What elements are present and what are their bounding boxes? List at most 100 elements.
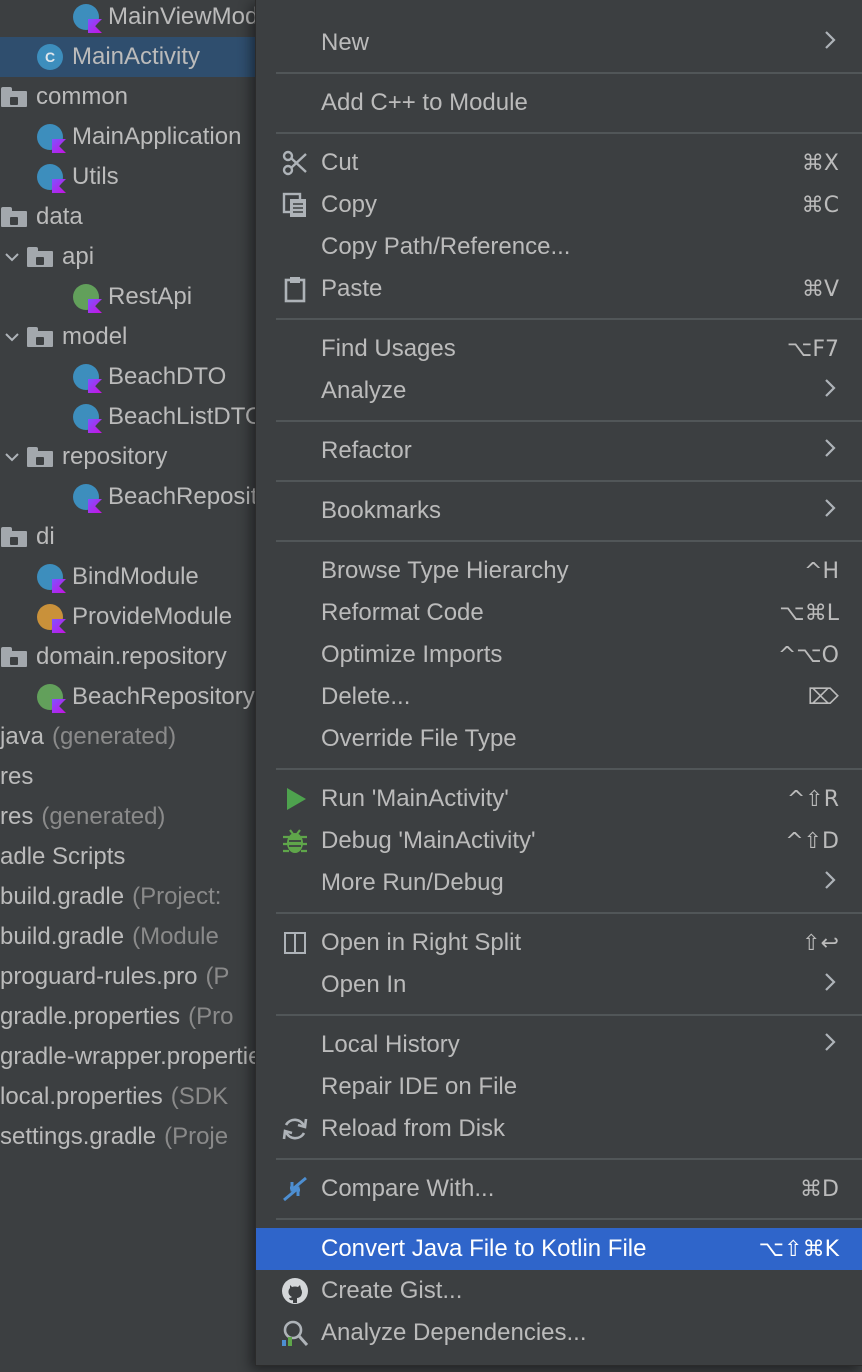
menu-item-compare-with[interactable]: Compare With... ⌘D bbox=[256, 1168, 862, 1210]
menu-item-label: Override File Type bbox=[321, 725, 517, 752]
package-folder-icon bbox=[26, 243, 54, 271]
menu-item-copy[interactable]: Copy ⌘C bbox=[256, 184, 862, 226]
menu-item-label: Bookmarks bbox=[321, 497, 442, 524]
tree-item-label: MainActivity bbox=[72, 43, 201, 70]
kotlin-object-icon bbox=[36, 603, 66, 633]
tree-item-label: BeachRepository bbox=[72, 683, 255, 710]
context-menu: New Add C++ to Module Cut ⌘X Copy ⌘C Copy Path… bbox=[255, 0, 862, 1366]
menu-item-label: Find Usages bbox=[321, 335, 456, 362]
submenu-chevron-icon bbox=[823, 376, 837, 406]
tree-item-label: BeachListDTO bbox=[108, 403, 264, 430]
menu-item-add-c-to-module[interactable]: Add C++ to Module bbox=[256, 82, 862, 124]
copy-icon bbox=[280, 190, 310, 220]
menu-item-label: Delete... bbox=[321, 683, 411, 710]
tree-item-label: gradle-wrapper.properties bbox=[0, 1043, 274, 1070]
menu-item-browse-type-hierarchy[interactable]: Browse Type Hierarchy ^H bbox=[256, 550, 862, 592]
menu-item-open-in[interactable]: Open In bbox=[256, 964, 862, 1006]
menu-item-find-usages[interactable]: Find Usages ⌥F7 bbox=[256, 328, 862, 370]
menu-separator bbox=[276, 480, 862, 482]
menu-item-label: Paste bbox=[321, 275, 383, 302]
menu-item-delete[interactable]: Delete... ⌦ bbox=[256, 676, 862, 718]
menu-item-local-history[interactable]: Local History bbox=[256, 1024, 862, 1066]
menu-separator bbox=[276, 1014, 862, 1016]
github-icon bbox=[280, 1276, 310, 1306]
kotlin-abstract-class-icon bbox=[36, 563, 66, 593]
tree-item-label: build.gradle bbox=[0, 923, 125, 950]
package-folder-icon bbox=[26, 443, 54, 471]
menu-item-shortcut: ⌥⇧⌘K bbox=[758, 1236, 839, 1262]
tree-item-label: build.gradle bbox=[0, 883, 125, 910]
menu-item-label: Refactor bbox=[321, 437, 412, 464]
menu-item-convert-java-file-to-kotlin-file[interactable]: Convert Java File to Kotlin File ⌥⇧⌘K bbox=[256, 1228, 862, 1270]
submenu-chevron-icon bbox=[823, 28, 837, 58]
menu-item-label: Copy Path/Reference... bbox=[321, 233, 571, 260]
menu-item-label: Browse Type Hierarchy bbox=[321, 557, 569, 584]
tree-item-hint: (P bbox=[205, 963, 230, 990]
tree-item-hint: (generated) bbox=[52, 723, 177, 750]
menu-item-cut[interactable]: Cut ⌘X bbox=[256, 142, 862, 184]
tree-item-label: data bbox=[36, 203, 83, 230]
menu-item-shortcut: ⌘V bbox=[801, 276, 839, 302]
submenu-chevron-icon bbox=[823, 436, 837, 466]
expand-chevron-icon[interactable] bbox=[0, 245, 24, 269]
menu-item-shortcut: ⌥F7 bbox=[786, 336, 839, 362]
menu-item-create-gist[interactable]: Create Gist... bbox=[256, 1270, 862, 1312]
menu-item-shortcut: ^H bbox=[804, 558, 839, 584]
menu-item-run-mainactivity[interactable]: Run 'MainActivity' ^⇧R bbox=[256, 778, 862, 820]
tree-item-label: repository bbox=[62, 443, 168, 470]
menu-item-label: Open in Right Split bbox=[321, 929, 522, 956]
menu-item-reformat-code[interactable]: Reformat Code ⌥⌘L bbox=[256, 592, 862, 634]
expand-chevron-icon[interactable] bbox=[0, 325, 24, 349]
tree-item-hint: (SDK bbox=[170, 1083, 229, 1110]
menu-item-copy-path-reference[interactable]: Copy Path/Reference... bbox=[256, 226, 862, 268]
menu-item-label: Compare With... bbox=[321, 1175, 495, 1202]
package-folder-icon bbox=[0, 643, 28, 671]
kotlin-class-icon bbox=[72, 363, 102, 393]
run-icon bbox=[280, 784, 310, 814]
kotlin-interface-icon bbox=[36, 683, 66, 713]
menu-item-shortcut: ^⇧R bbox=[786, 786, 839, 812]
menu-item-label: Analyze bbox=[321, 377, 407, 404]
scissors-icon bbox=[280, 148, 310, 178]
menu-item-refactor[interactable]: Refactor bbox=[256, 430, 862, 472]
tree-item-label: proguard-rules.pro bbox=[0, 963, 198, 990]
tree-item-label: ProvideModule bbox=[72, 603, 233, 630]
menu-item-label: Add C++ to Module bbox=[321, 89, 528, 116]
menu-item-label: Local History bbox=[321, 1031, 460, 1058]
tree-item-hint: (Pro bbox=[188, 1003, 234, 1030]
tree-item-label: RestApi bbox=[108, 283, 193, 310]
menu-item-shortcut: ⌘X bbox=[801, 150, 839, 176]
menu-separator bbox=[276, 72, 862, 74]
menu-item-label: Cut bbox=[321, 149, 359, 176]
menu-item-analyze[interactable]: Analyze bbox=[256, 370, 862, 412]
tree-item-label: api bbox=[62, 243, 95, 270]
menu-item-override-file-type[interactable]: Override File Type bbox=[256, 718, 862, 760]
menu-item-shortcut: ⌥⌘L bbox=[779, 600, 839, 626]
menu-item-reload-from-disk[interactable]: Reload from Disk bbox=[256, 1108, 862, 1150]
package-folder-icon bbox=[0, 203, 28, 231]
tree-item-label: gradle.properties bbox=[0, 1003, 181, 1030]
menu-separator bbox=[276, 318, 862, 320]
menu-separator bbox=[276, 1218, 862, 1220]
debug-bug-icon bbox=[280, 826, 310, 856]
tree-item-label: local.properties bbox=[0, 1083, 163, 1110]
menu-item-label: Analyze Dependencies... bbox=[321, 1319, 587, 1346]
menu-item-shortcut: ⌘D bbox=[800, 1176, 839, 1202]
menu-item-shortcut: ⇧↩ bbox=[802, 930, 839, 956]
tree-item-hint: (Module bbox=[132, 923, 219, 950]
tree-item-label: res bbox=[0, 763, 34, 790]
menu-item-new[interactable]: New bbox=[256, 22, 862, 64]
menu-item-more-run-debug[interactable]: More Run/Debug bbox=[256, 862, 862, 904]
menu-item-bookmarks[interactable]: Bookmarks bbox=[256, 490, 862, 532]
menu-item-debug-mainactivity[interactable]: Debug 'MainActivity' ^⇧D bbox=[256, 820, 862, 862]
menu-item-analyze-dependencies[interactable]: Analyze Dependencies... bbox=[256, 1312, 862, 1354]
package-folder-icon bbox=[26, 323, 54, 351]
menu-item-repair-ide-on-file[interactable]: Repair IDE on File bbox=[256, 1066, 862, 1108]
menu-item-optimize-imports[interactable]: Optimize Imports ^⌥O bbox=[256, 634, 862, 676]
expand-chevron-icon[interactable] bbox=[0, 445, 24, 469]
menu-item-paste[interactable]: Paste ⌘V bbox=[256, 268, 862, 310]
tree-item-label: BindModule bbox=[72, 563, 199, 590]
compare-arrows-icon bbox=[280, 1174, 310, 1204]
menu-item-shortcut: ^⌥O bbox=[777, 642, 839, 668]
menu-item-open-in-right-split[interactable]: Open in Right Split ⇧↩ bbox=[256, 922, 862, 964]
